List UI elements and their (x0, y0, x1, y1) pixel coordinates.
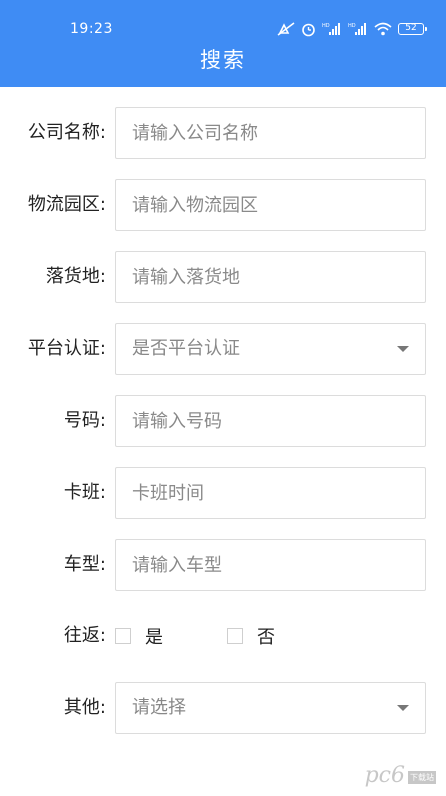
alarm-clock-icon (302, 23, 315, 36)
vehicle-type-input[interactable] (115, 539, 426, 591)
platform-cert-label: 平台认证: (27, 338, 106, 359)
row-platform-cert: 平台认证: 是否平台认证 (0, 323, 446, 375)
logistics-park-label: 物流园区: (27, 194, 106, 215)
logistics-park-input[interactable] (115, 179, 426, 231)
round-trip-yes-label: 是 (145, 627, 163, 648)
row-logistics-park: 物流园区: (0, 179, 446, 231)
signal-hd-label: HD (322, 23, 330, 29)
watermark-logo: pc6 下载站 (365, 763, 436, 788)
round-trip-yes-checkbox[interactable] (115, 628, 131, 644)
battery-level: 52 (405, 23, 417, 33)
chevron-down-icon (397, 346, 409, 352)
company-name-input[interactable] (115, 107, 426, 159)
watermark-text: pc6 (364, 763, 405, 788)
status-time: 19:23 (70, 21, 113, 37)
number-input[interactable] (115, 395, 426, 447)
signal-icon: HD (322, 23, 340, 35)
round-trip-label: 往返: (63, 625, 106, 646)
row-destination: 落货地: (0, 251, 446, 303)
vehicle-type-label: 车型: (63, 554, 106, 575)
signal-icon-2: HD (348, 23, 366, 35)
round-trip-no-checkbox[interactable] (227, 628, 243, 644)
round-trip-no-option[interactable]: 否 (227, 623, 275, 649)
signal-hd-label-2: HD (348, 23, 356, 29)
other-select[interactable]: 请选择 (115, 682, 426, 734)
app-header: 19:23 HD HD 52 搜索 (0, 0, 446, 87)
other-label: 其他: (63, 697, 106, 718)
round-trip-yes-option[interactable]: 是 (115, 623, 163, 649)
schedule-label: 卡班: (63, 482, 106, 503)
status-icons: HD HD 52 (277, 20, 427, 38)
platform-cert-value: 是否平台认证 (132, 338, 240, 359)
row-schedule: 卡班: (0, 467, 446, 519)
wifi-icon (374, 22, 392, 36)
row-number: 号码: (0, 395, 446, 447)
page-title: 搜索 (200, 48, 246, 72)
row-company-name: 公司名称: (0, 107, 446, 159)
destination-label: 落货地: (45, 266, 106, 287)
alarm-off-icon (277, 22, 295, 36)
row-round-trip: 往返: 是 否 (0, 610, 446, 662)
company-name-label: 公司名称: (27, 122, 106, 143)
battery-icon: 52 (398, 23, 427, 35)
round-trip-no-label: 否 (257, 627, 275, 648)
schedule-input[interactable] (115, 467, 426, 519)
watermark-sub: 下载站 (408, 771, 436, 784)
other-value: 请选择 (132, 697, 186, 718)
number-label: 号码: (63, 410, 106, 431)
platform-cert-select[interactable]: 是否平台认证 (115, 323, 426, 375)
row-vehicle-type: 车型: (0, 539, 446, 591)
round-trip-options: 是 否 (115, 610, 275, 662)
destination-input[interactable] (115, 251, 426, 303)
row-other: 其他: 请选择 (0, 682, 446, 734)
chevron-down-icon (397, 705, 409, 711)
